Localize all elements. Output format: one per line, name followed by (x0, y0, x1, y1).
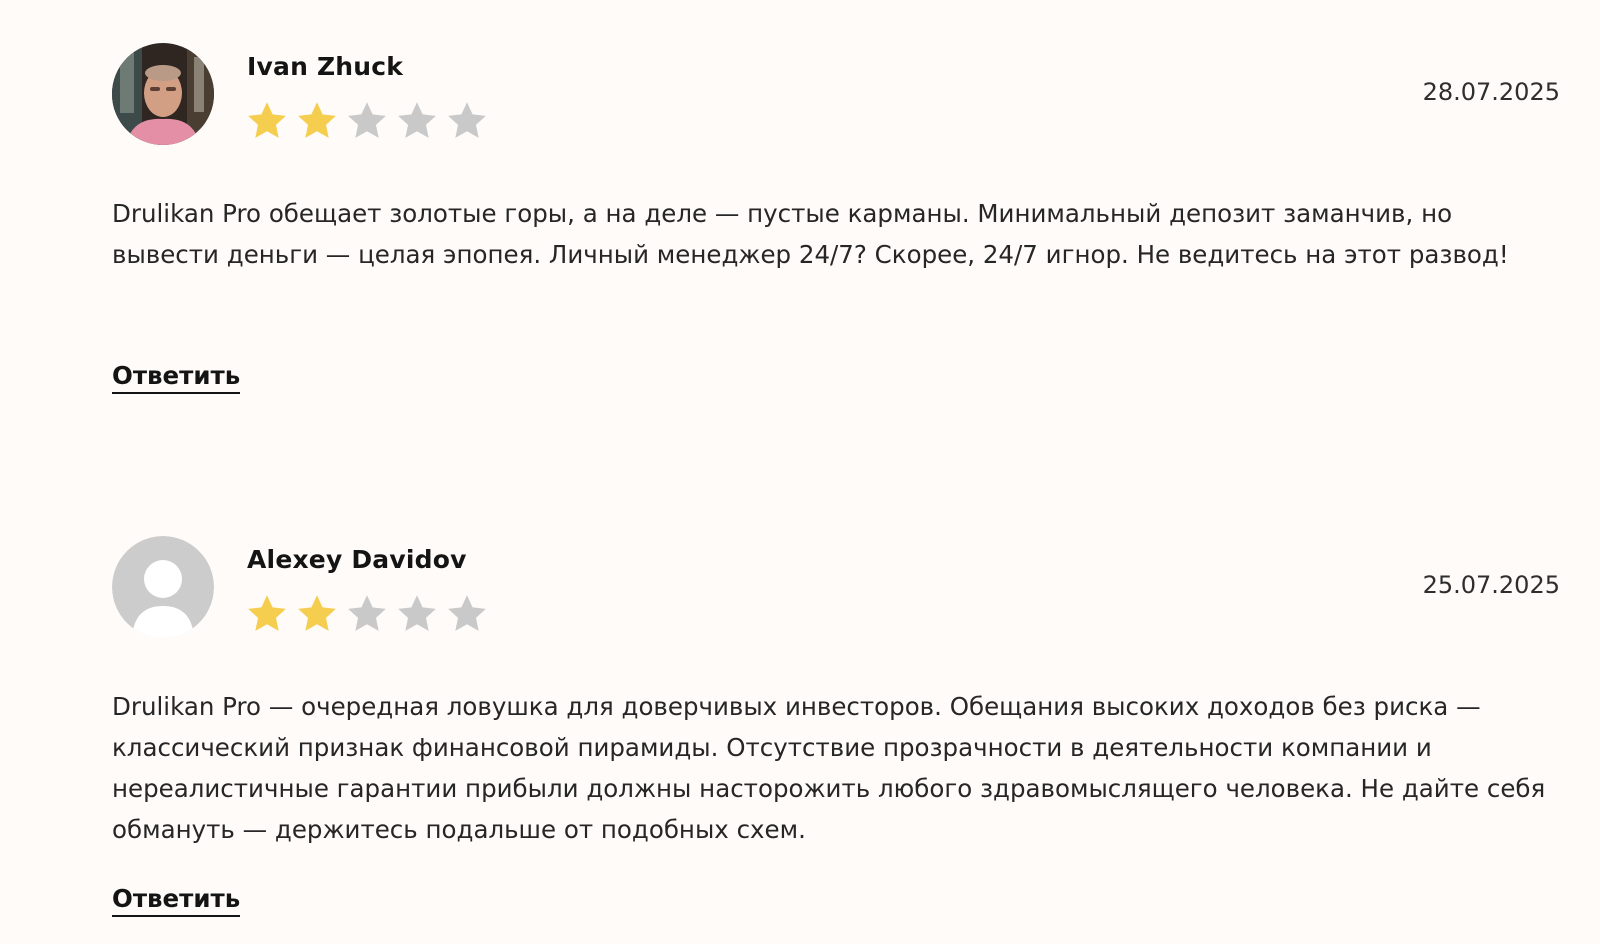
avatar (112, 43, 214, 145)
reply-link[interactable]: Ответить (112, 884, 241, 917)
review-date: 28.07.2025 (1422, 78, 1560, 106)
default-user-icon (112, 536, 214, 638)
star-filled-icon (298, 102, 336, 138)
star-empty-icon (398, 102, 436, 138)
review-text: Drulikan Pro — очередная ловушка для дов… (112, 692, 1546, 844)
star-filled-icon (248, 102, 286, 138)
star-filled-icon (248, 595, 286, 631)
review-item: Ivan Zhuck 28.07.2025 Drulikan Pro обеща… (112, 43, 1560, 394)
review-header: Ivan Zhuck 28.07.2025 (112, 43, 1560, 145)
author-name: Ivan Zhuck (247, 52, 404, 81)
review-item: Alexey Davidov 25.07.2025 Drulikan Pro —… (112, 536, 1560, 917)
rating-stars (245, 99, 489, 143)
review-date: 25.07.2025 (1422, 571, 1560, 599)
review-text: Drulikan Pro обещает золотые горы, а на … (112, 199, 1509, 269)
review-header: Alexey Davidov 25.07.2025 (112, 536, 1560, 638)
reply-link[interactable]: Ответить (112, 361, 241, 394)
star-filled-icon (298, 595, 336, 631)
star-empty-icon (398, 595, 436, 631)
star-empty-icon (448, 102, 486, 138)
avatar (112, 536, 214, 638)
rating-stars (245, 592, 489, 636)
star-empty-icon (448, 595, 486, 631)
user-photo-icon (112, 43, 214, 145)
star-empty-icon (348, 102, 386, 138)
star-empty-icon (348, 595, 386, 631)
author-name: Alexey Davidov (247, 545, 467, 574)
